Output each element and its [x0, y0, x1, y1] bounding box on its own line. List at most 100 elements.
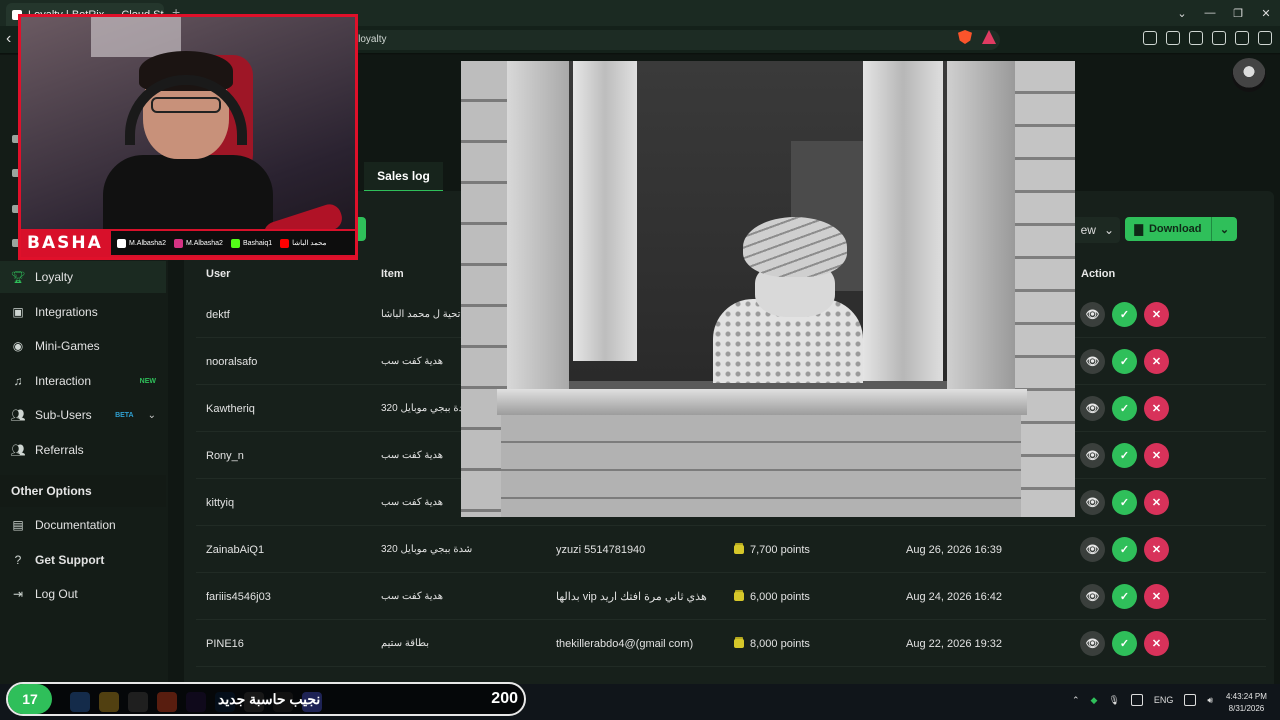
video-window-frame-right: [947, 61, 1015, 401]
reject-button[interactable]: ✕: [1144, 396, 1169, 421]
view-button[interactable]: 👁︎: [1080, 349, 1105, 374]
chevron-down-icon[interactable]: ⌄: [148, 410, 156, 421]
menu-icon[interactable]: [1258, 31, 1272, 45]
brave-shields-icon[interactable]: [958, 30, 972, 44]
row-actions: 👁︎ ✓ ✕: [1080, 573, 1169, 620]
video-right-wall: [1013, 61, 1075, 517]
approve-button[interactable]: ✓: [1112, 631, 1137, 656]
reject-button[interactable]: ✕: [1144, 349, 1169, 374]
logout-icon: ⇥: [12, 587, 24, 601]
brave-rewards-icon[interactable]: [982, 30, 996, 44]
sidebar-item-mini-games[interactable]: ◉ Mini-Games: [0, 330, 166, 362]
webcam-banner: BASHA M.Albasha2 M.Albasha2 Bashaiq1 محم…: [21, 229, 355, 257]
sidebar-item-documentation[interactable]: ▤ Documentation: [0, 509, 166, 541]
wallet-icon[interactable]: [1189, 31, 1203, 45]
back-icon[interactable]: ‹: [6, 30, 11, 48]
cell-note: yzuzi 5514781940: [556, 543, 646, 556]
table-row: fariiis4546j03 هدية كفت سب بدالها vip هذي …: [196, 573, 1266, 620]
screen: Loyalty | BotRix — Cloud Stream ✕ + ⌄ — …: [0, 0, 1280, 720]
display-icon[interactable]: [1184, 694, 1197, 706]
vpn-icon[interactable]: [1235, 31, 1249, 45]
download-label: Download: [1148, 223, 1202, 235]
kick-icon: [230, 238, 240, 248]
cell-user: ZainabAiQ1: [206, 543, 265, 556]
cell-item: تحية ل محمد الباشا: [381, 309, 461, 320]
other-options-heading: Other Options: [0, 475, 166, 507]
download-main[interactable]: ▇ Download: [1125, 223, 1211, 236]
tray-chevron-icon[interactable]: ⌃: [1072, 695, 1080, 706]
view-select-label: ew: [1080, 223, 1096, 237]
minimize-icon[interactable]: —: [1196, 0, 1224, 26]
help-icon: ?: [14, 553, 22, 567]
view-button[interactable]: 👁︎: [1080, 302, 1105, 327]
volume-icon[interactable]: 🔊︎: [1207, 695, 1213, 706]
tab-list-chevron-icon[interactable]: ⌄: [1168, 0, 1196, 26]
sidebar-toggle-icon[interactable]: [1166, 31, 1180, 45]
goal-bar: 17 نجيب حاسبة جديد 200: [6, 682, 526, 716]
reject-button[interactable]: ✕: [1144, 537, 1169, 562]
video-curtain-left: [573, 61, 637, 361]
approve-button[interactable]: ✓: [1112, 443, 1137, 468]
keyboard-icon[interactable]: [1130, 694, 1143, 706]
cell-item: هدية كفت سب: [381, 497, 444, 508]
cell-date: Aug 22, 2026 19:32: [906, 637, 1003, 650]
video-wall-below: [501, 415, 1021, 517]
cell-item: 320 شدة ببجي موبايل: [381, 403, 473, 414]
view-button[interactable]: 👁︎: [1080, 490, 1105, 515]
row-actions: 👁︎ ✓ ✕: [1080, 432, 1169, 479]
approve-button[interactable]: ✓: [1112, 396, 1137, 421]
clock[interactable]: 4:43:24 PM 8/31/2026: [1226, 691, 1267, 715]
reject-button[interactable]: ✕: [1144, 631, 1169, 656]
cell-points: 6,000 points: [734, 573, 810, 620]
close-window-icon[interactable]: ✕: [1252, 0, 1280, 26]
window-controls: ⌄ — ❐ ✕: [1168, 0, 1280, 26]
points-value: 8,000 points: [750, 637, 810, 650]
maximize-icon[interactable]: ❐: [1224, 0, 1252, 26]
coins-icon: [734, 639, 744, 648]
download-icon: ▇: [1134, 223, 1143, 236]
approve-button[interactable]: ✓: [1112, 349, 1137, 374]
clock-date: 8/31/2026: [1228, 704, 1265, 713]
approve-button[interactable]: ✓: [1112, 490, 1137, 515]
sidebar-item-integrations[interactable]: ▣ Integrations: [0, 296, 166, 328]
url-field[interactable]: nel/loyalty: [330, 30, 1000, 50]
language-indicator[interactable]: ENG: [1154, 695, 1174, 705]
download-button[interactable]: ▇ Download ⌄: [1125, 217, 1237, 241]
cell-date: Aug 26, 2026 16:39: [906, 543, 1003, 556]
sidebar-item-sub-users[interactable]: 👥︎ Sub-Users BETA ⌄: [0, 399, 166, 431]
view-button[interactable]: 👁︎: [1080, 537, 1105, 562]
reject-button[interactable]: ✕: [1144, 584, 1169, 609]
sidebar-item-referrals[interactable]: 👥︎ Referrals: [0, 434, 166, 466]
approve-button[interactable]: ✓: [1112, 302, 1137, 327]
gamepad-icon: ◉: [12, 339, 24, 353]
sidebar-item-label: Get Support: [35, 553, 105, 567]
sidebar-item-get-support[interactable]: ? Get Support: [0, 544, 166, 576]
chevron-down-icon: ⌄: [1103, 223, 1114, 237]
reject-button[interactable]: ✕: [1144, 443, 1169, 468]
row-actions: 👁︎ ✓ ✕: [1080, 291, 1169, 338]
sidebar-item-label: Loyalty: [35, 270, 74, 284]
reject-button[interactable]: ✕: [1144, 302, 1169, 327]
row-actions: 👁︎ ✓ ✕: [1080, 479, 1169, 526]
microphone-icon[interactable]: 🎙︎: [1108, 695, 1119, 706]
sidebar-item-loyalty[interactable]: 🏆︎ Loyalty: [0, 261, 166, 293]
video-baby: [693, 217, 863, 383]
view-button[interactable]: 👁︎: [1080, 584, 1105, 609]
approve-button[interactable]: ✓: [1112, 584, 1137, 609]
view-select[interactable]: ew ⌄: [1070, 217, 1120, 243]
view-button[interactable]: 👁︎: [1080, 396, 1105, 421]
tab-sales-log[interactable]: Sales log: [364, 162, 443, 192]
chevron-down-icon[interactable]: ⌄: [1211, 217, 1237, 241]
sidebar-item-interaction[interactable]: ♫ Interaction NEW: [0, 365, 166, 397]
tray-app-icon[interactable]: ◆: [1091, 695, 1098, 706]
view-button[interactable]: 👁︎: [1080, 631, 1105, 656]
row-actions: 👁︎ ✓ ✕: [1080, 526, 1169, 573]
sidebar-item-label: Integrations: [35, 305, 98, 319]
approve-button[interactable]: ✓: [1112, 537, 1137, 562]
reject-button[interactable]: ✕: [1144, 490, 1169, 515]
extensions-icon[interactable]: [1143, 31, 1157, 45]
view-button[interactable]: 👁︎: [1080, 443, 1105, 468]
leo-ai-icon[interactable]: [1212, 31, 1226, 45]
sidebar-item-log-out[interactable]: ⇥ Log Out: [0, 578, 166, 610]
points-value: 7,700 points: [750, 543, 810, 556]
